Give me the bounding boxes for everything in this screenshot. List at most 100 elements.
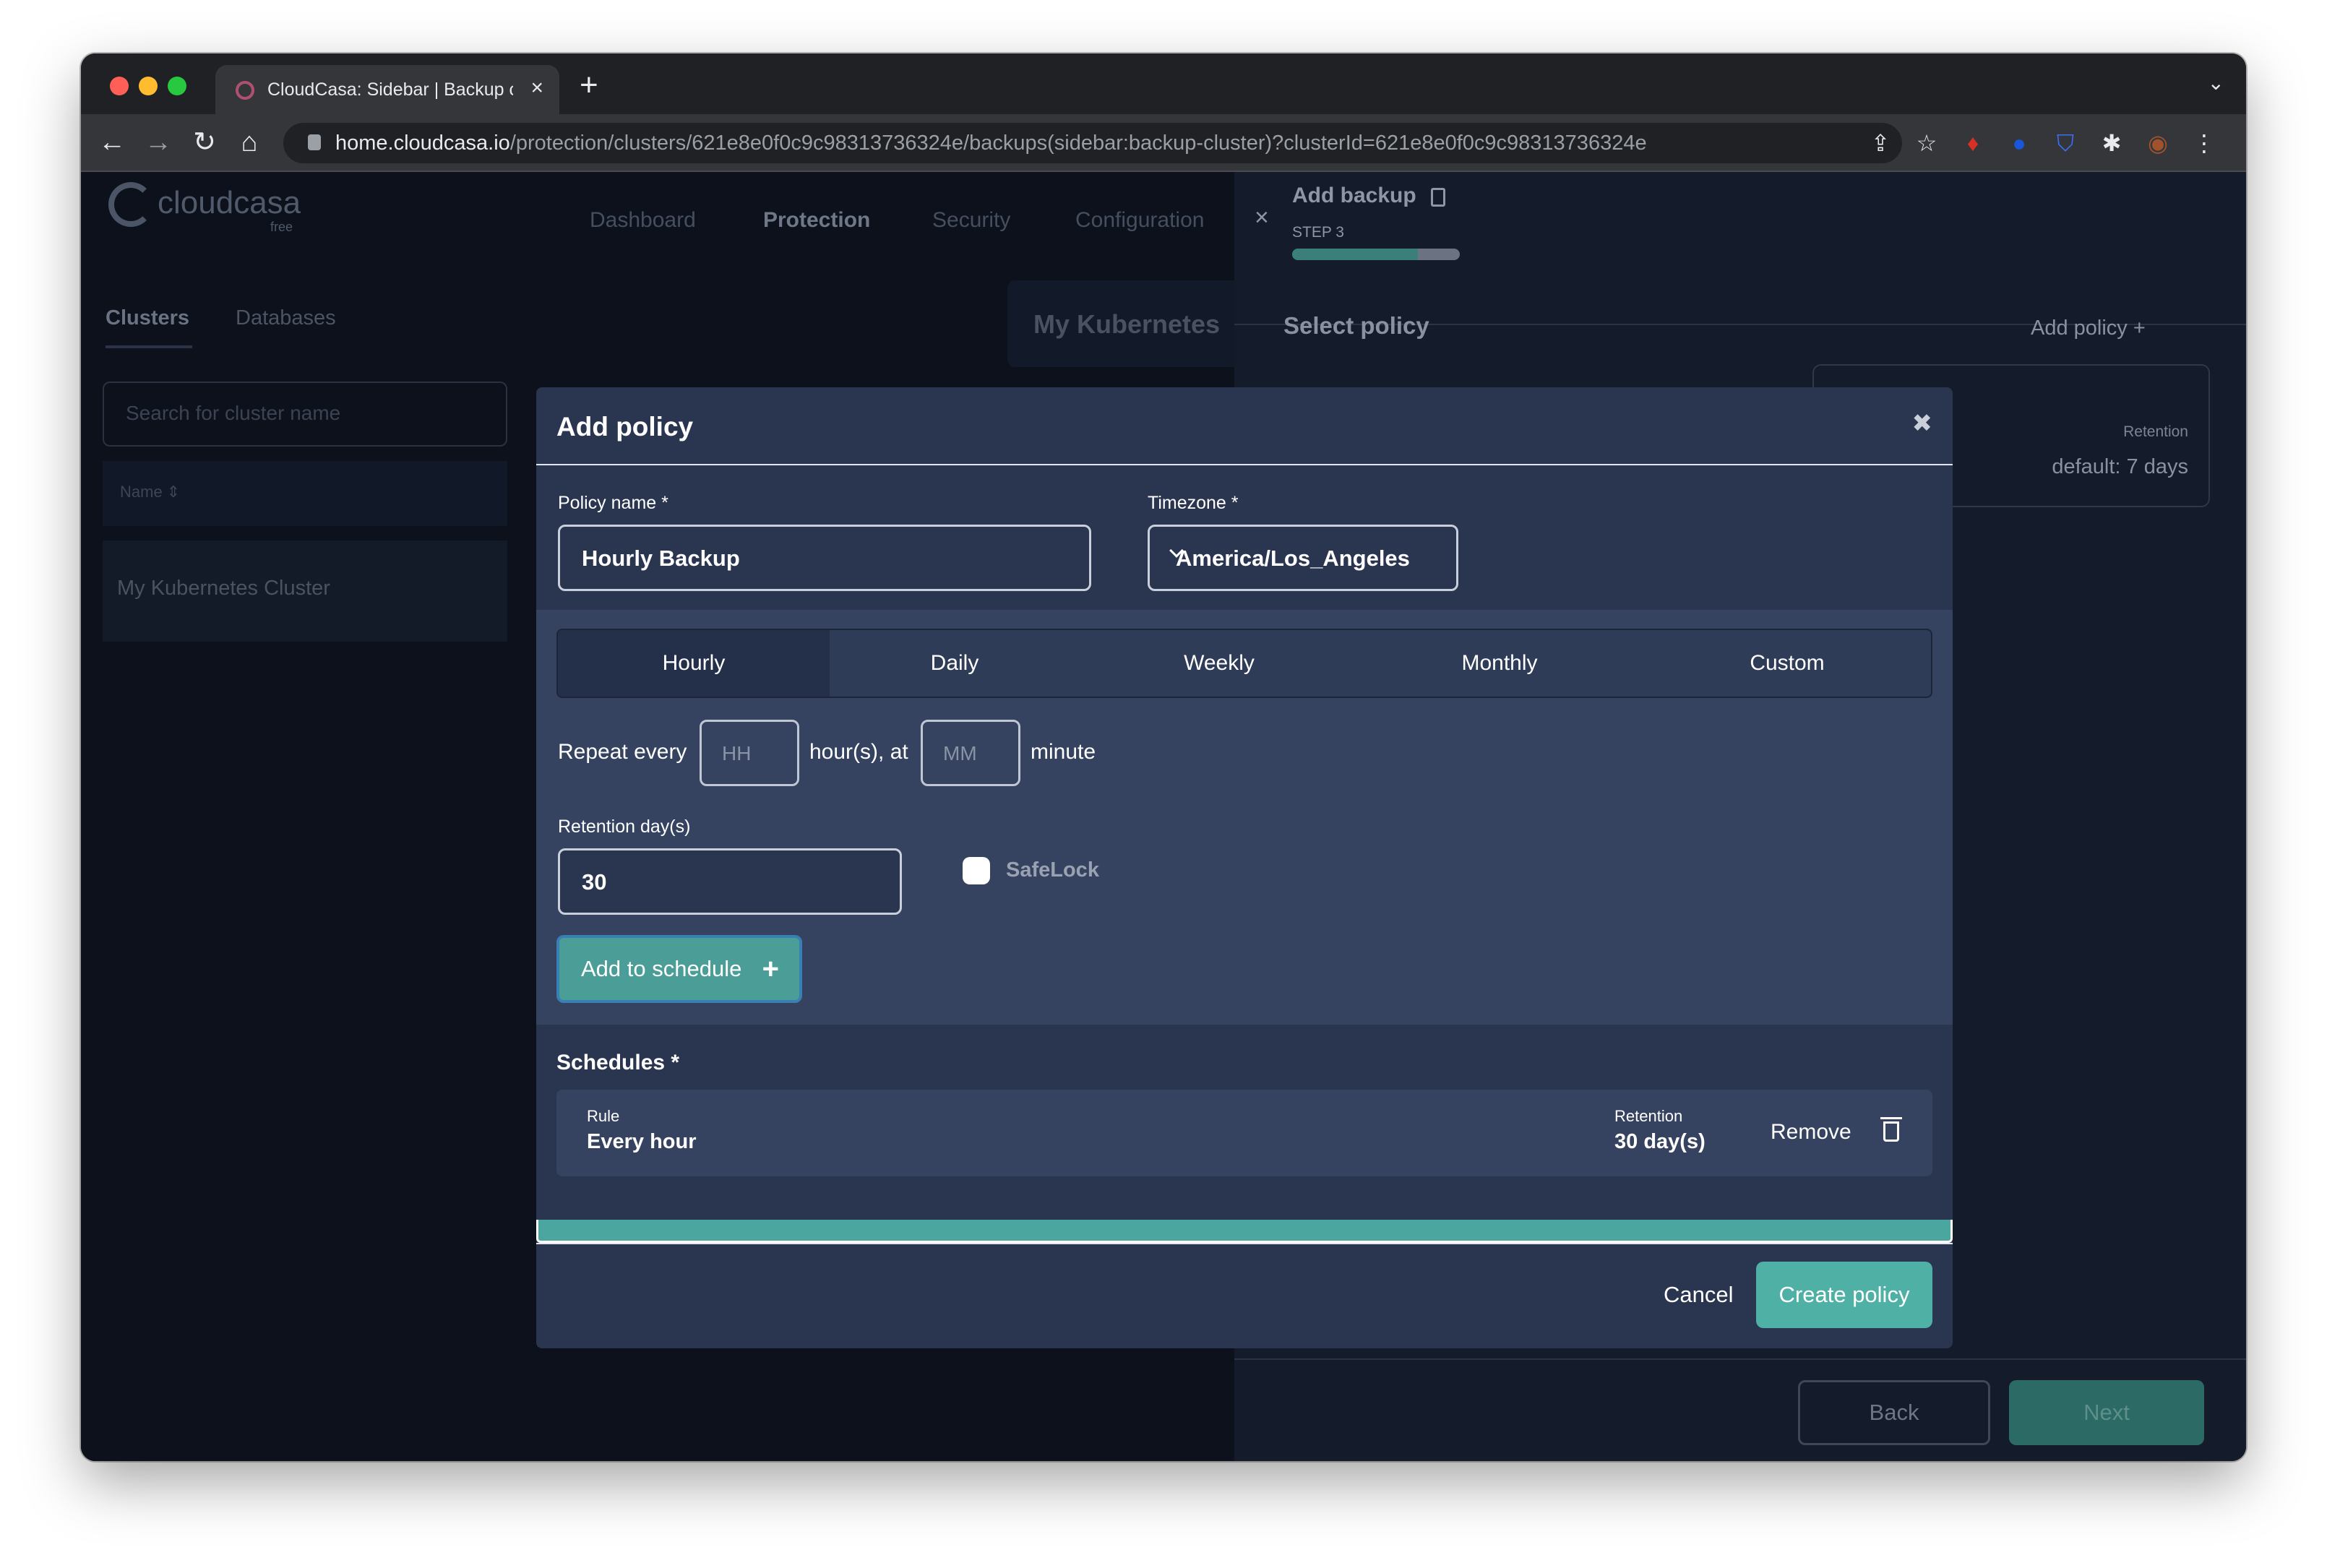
add-policy-modal: Add policy ✖ Policy name * Hourly Backup… [536,387,1953,1348]
rule-value: Every hour [587,1130,697,1153]
tab-databases[interactable]: Databases [236,306,336,330]
add-policy-link[interactable]: Add policy + [2031,316,2146,340]
extension-circle-icon[interactable]: ● [2005,130,2034,156]
policy-name-value: Hourly Backup [582,546,740,571]
timezone-label: Timezone * [1148,493,1239,513]
cloudcasa-favicon-icon [236,81,254,100]
retention-label: Retention [2123,423,2188,440]
table-header: Name ⇕ [103,461,507,526]
profile-avatar[interactable]: ◉ [2143,130,2172,156]
minutes-placeholder: MM [943,742,977,764]
tab-daily[interactable]: Daily [830,630,1080,697]
divider [1234,1358,2246,1360]
teal-separator-bar [536,1220,1953,1243]
cluster-card-title: My Kubernetes [1033,309,1221,339]
maximize-window-button[interactable] [168,77,186,95]
reload-icon[interactable]: ↻ [186,124,223,160]
sidebar-title: Add backup [1292,184,1416,207]
plus-icon: + [762,953,779,985]
back-button[interactable]: Back [1798,1380,1990,1445]
nav-protection[interactable]: Protection [763,208,870,233]
tab-close-icon[interactable]: × [530,77,543,100]
logo-plan: free [270,220,293,234]
tab-hourly[interactable]: Hourly [558,630,830,697]
retention-value: default: 7 days [2052,455,2188,478]
next-button[interactable]: Next [2009,1380,2204,1445]
share-icon[interactable]: ⇪ [1866,130,1895,156]
forward-arrow-icon[interactable]: → [140,124,176,160]
modal-title: Add policy [556,412,694,441]
schedule-retention-label: Retention [1614,1107,1683,1125]
cluster-search-input[interactable]: Search for cluster name [103,382,507,447]
lock-icon [308,134,321,150]
bitwarden-shield-icon[interactable]: ⛉ [2051,130,2080,156]
back-arrow-icon[interactable]: ← [94,124,130,160]
divider [536,1243,1953,1244]
tab-weekly[interactable]: Weekly [1080,630,1359,697]
browser-toolbar: ← → ↻ ⌂ home.cloudcasa.io/protection/clu… [81,114,2246,172]
minute-label: minute [1031,740,1096,764]
home-icon[interactable]: ⌂ [231,124,267,160]
modal-header: Add policy ✖ [536,387,1953,465]
cloudcasa-logo-icon [108,182,153,227]
browser-tab[interactable]: CloudCasa: Sidebar | Backup c × [215,65,559,114]
schedule-retention-value: 30 day(s) [1614,1130,1706,1153]
tab-strip: CloudCasa: Sidebar | Backup c × + ⌄ [81,53,2246,114]
policy-name-label: Policy name * [558,493,668,513]
close-icon[interactable]: × [1255,204,1269,232]
url-text: home.cloudcasa.io/protection/clusters/62… [335,132,1647,155]
minutes-input[interactable]: MM [921,720,1020,786]
remove-button[interactable]: Remove [1771,1120,1851,1145]
hours-input[interactable]: HH [700,720,799,786]
step-indicator: STEP 3 [1292,224,1344,241]
cluster-card: My Kubernetes [1007,280,1246,367]
modal-close-icon[interactable]: ✖ [1912,409,1933,438]
search-placeholder: Search for cluster name [126,402,341,424]
logo-text: cloudcasa [158,185,301,220]
timezone-select[interactable]: America/Los_Angeles [1148,525,1458,591]
step-progress-bar [1292,249,1460,260]
extensions-puzzle-icon[interactable]: ✱ [2097,130,2126,156]
safelock-label: SafeLock [1006,858,1099,882]
name-column-sort[interactable]: Name ⇕ [120,483,180,501]
retention-days-value: 30 [582,869,607,895]
safelock-checkbox[interactable] [963,857,990,884]
close-window-button[interactable] [110,77,129,95]
active-tab-indicator [106,345,192,348]
browser-menu-icon[interactable]: ⋮ [2190,130,2219,156]
add-to-schedule-button[interactable]: Add to schedule + [556,935,802,1003]
hours-placeholder: HH [722,742,752,764]
tab-monthly[interactable]: Monthly [1359,630,1640,697]
tab-search-icon[interactable]: ⌄ [2208,71,2224,95]
bookmark-star-icon[interactable]: ☆ [1912,130,1941,156]
nav-security[interactable]: Security [932,208,1010,233]
retention-days-input[interactable]: 30 [558,848,902,915]
cluster-name: My Kubernetes Cluster [117,577,330,600]
cancel-button[interactable]: Cancel [1664,1282,1734,1308]
browser-window: CloudCasa: Sidebar | Backup c × + ⌄ ← → … [81,53,2246,1461]
repeat-every-label: Repeat every [558,740,687,764]
trash-icon[interactable] [1880,1117,1902,1142]
extension-flame-icon[interactable]: ♦ [1958,130,1987,156]
schedule-builder: Hourly Daily Weekly Monthly Custom Repea… [536,610,1953,1025]
tab-clusters[interactable]: Clusters [106,306,189,330]
new-tab-button[interactable]: + [580,68,598,103]
tab-title: CloudCasa: Sidebar | Backup c [267,79,513,100]
nav-dashboard[interactable]: Dashboard [590,208,696,233]
table-row[interactable]: My Kubernetes Cluster [103,540,507,642]
document-icon[interactable] [1431,188,1445,207]
select-policy-heading: Select policy [1283,312,1429,339]
tab-custom[interactable]: Custom [1640,630,1931,697]
frequency-tabs: Hourly Daily Weekly Monthly Custom [556,629,1932,698]
minimize-window-button[interactable] [139,77,158,95]
policy-name-input[interactable]: Hourly Backup [558,525,1091,591]
hours-at-label: hour(s), at [809,740,908,764]
add-to-schedule-label: Add to schedule [581,956,742,981]
nav-configuration[interactable]: Configuration [1075,208,1204,233]
create-policy-button[interactable]: Create policy [1756,1262,1932,1328]
schedule-row: Rule Every hour Retention 30 day(s) Remo… [556,1090,1932,1176]
rule-label: Rule [587,1107,620,1125]
address-bar[interactable]: home.cloudcasa.io/protection/clusters/62… [283,123,1902,163]
timezone-value: America/Los_Angeles [1176,546,1410,571]
step-progress-fill [1292,249,1418,260]
